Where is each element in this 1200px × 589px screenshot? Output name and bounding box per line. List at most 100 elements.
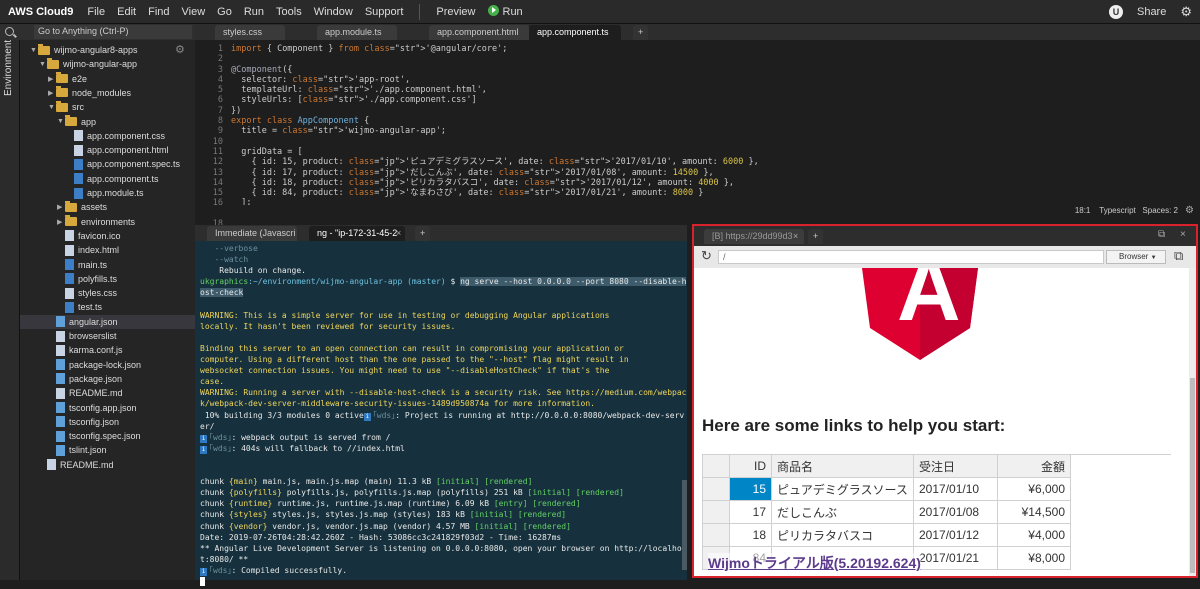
browser-scrollbar[interactable]	[1189, 268, 1196, 576]
tree-file[interactable]: tsconfig.spec.json	[20, 429, 141, 443]
terminal[interactable]: --verbose --watch Rebuild on change. ukgr…	[195, 241, 687, 586]
terminal-scrollbar[interactable]	[682, 480, 687, 570]
chevron-right-icon[interactable]: ▶	[57, 218, 65, 226]
code-line[interactable]: gridData = [	[231, 147, 759, 157]
grid-cell[interactable]: ¥6,000	[997, 477, 1071, 501]
app-brand[interactable]: AWS Cloud9	[0, 6, 81, 18]
code-line[interactable]: selector: class="str">'app-root',	[231, 75, 759, 85]
grid-cell[interactable]: ピュアデミグラスソース	[771, 477, 914, 501]
table-row[interactable]: 17 だしこんぶ 2017/01/08 ¥14,500	[702, 500, 1171, 524]
tree-file[interactable]: favicon.ico	[20, 229, 121, 243]
code-line[interactable]: { id: 17, product: class="jp">'だしこんぶ', d…	[231, 168, 759, 178]
goto-anything-input[interactable]: Go to Anything (Ctrl-P)	[34, 25, 192, 39]
run-button[interactable]: Run	[482, 5, 529, 18]
tree-settings-gear-icon[interactable]: ⚙	[175, 43, 185, 56]
code-line[interactable]: { id: 15, product: class="jp">'ピュアデミグラスソ…	[231, 157, 758, 167]
tree-folder[interactable]: ▼ wijmo-angular8-apps	[20, 43, 138, 57]
chevron-down-icon[interactable]: ▼	[30, 47, 38, 54]
grid-cell[interactable]: 17	[729, 500, 772, 524]
tab-app-module-ts[interactable]: app.module.ts	[317, 25, 397, 40]
new-browser-tab-button[interactable]: +	[808, 229, 824, 244]
tree-file[interactable]: README.md	[20, 386, 123, 400]
menu-support[interactable]: Support	[359, 6, 410, 18]
environment-tab[interactable]: Environment	[3, 40, 14, 96]
close-tab-icon[interactable]: ×	[396, 228, 401, 238]
tab-immediate[interactable]: Immediate (Javascri	[207, 226, 297, 241]
menu-tools[interactable]: Tools	[270, 6, 308, 18]
editor-settings-gear-icon[interactable]: ⚙	[1185, 205, 1194, 216]
menu-find[interactable]: Find	[142, 6, 175, 18]
table-row[interactable]: 15 ピュアデミグラスソース 2017/01/10 ¥6,000	[702, 477, 1171, 501]
tree-file[interactable]: app.component.spec.ts	[20, 157, 180, 171]
menu-window[interactable]: Window	[308, 6, 359, 18]
tree-file[interactable]: test.ts	[20, 300, 102, 314]
col-header-id[interactable]: ID	[729, 454, 772, 478]
grid-cell[interactable]: ピリカラタバスコ	[771, 523, 914, 547]
table-row[interactable]: 18 ピリカラタバスコ 2017/01/12 ¥4,000	[702, 523, 1171, 547]
chevron-right-icon[interactable]: ▶	[48, 89, 56, 97]
grid-cell[interactable]: 2017/01/10	[913, 477, 998, 501]
tree-file[interactable]: app.module.ts	[20, 186, 144, 200]
code-line[interactable]: { id: 84, product: class="jp">'なまわさび', d…	[231, 188, 759, 198]
tree-folder[interactable]: ▼ wijmo-angular-app	[20, 57, 137, 71]
grid-cell[interactable]: だしこんぶ	[771, 500, 914, 524]
refresh-icon[interactable]: ↻	[701, 248, 712, 264]
tree-file[interactable]: polyfills.ts	[20, 272, 117, 286]
tree-file[interactable]: styles.css	[20, 286, 117, 300]
menu-run[interactable]: Run	[238, 6, 270, 18]
browser-dropdown[interactable]: Browser ▼	[1106, 250, 1166, 264]
tree-file[interactable]: index.html	[20, 243, 119, 257]
tree-folder[interactable]: ▶ node_modules	[20, 86, 131, 100]
close-icon[interactable]: ×	[793, 231, 798, 241]
tree-file[interactable]: README.md	[20, 458, 114, 472]
code-editor[interactable]: 123456789101112131415161718 import { Com…	[195, 40, 1200, 229]
tree-file[interactable]: browserslist	[20, 329, 117, 343]
chevron-right-icon[interactable]: ▶	[48, 75, 56, 83]
avatar[interactable]: U	[1108, 5, 1123, 19]
grid-cell[interactable]: ¥8,000	[997, 546, 1071, 570]
col-header-date[interactable]: 受注日	[913, 454, 998, 478]
grid-cell[interactable]: ¥4,000	[997, 523, 1071, 547]
tree-folder[interactable]: ▶ environments	[20, 215, 135, 229]
tree-file[interactable]: tsconfig.app.json	[20, 401, 137, 415]
pop-out-window-icon[interactable]: ⧉	[1174, 248, 1183, 264]
preview-button[interactable]: Preview	[430, 6, 481, 18]
tree-folder[interactable]: ▶ assets	[20, 200, 107, 214]
grid-cell[interactable]: 2017/01/12	[913, 523, 998, 547]
gear-icon[interactable]: ⚙	[1180, 4, 1192, 20]
chevron-right-icon[interactable]: ▶	[57, 203, 65, 211]
menu-edit[interactable]: Edit	[111, 6, 142, 18]
tab-styles-css[interactable]: styles.css	[215, 25, 285, 40]
tree-file[interactable]: app.component.html	[20, 143, 169, 157]
tab-app-component-html[interactable]: app.component.html	[429, 25, 529, 40]
tree-folder[interactable]: ▼ src	[20, 100, 84, 114]
chevron-down-icon[interactable]: ▼	[48, 104, 56, 111]
new-terminal-tab-button[interactable]: +	[415, 226, 431, 241]
chevron-down-icon[interactable]: ▼	[39, 61, 47, 68]
menu-go[interactable]: Go	[211, 6, 238, 18]
code-line[interactable]: })	[231, 106, 759, 116]
col-header-product[interactable]: 商品名	[771, 454, 914, 478]
tree-file[interactable]: tslint.json	[20, 443, 107, 457]
tree-file[interactable]: package.json	[20, 372, 122, 386]
new-tab-button[interactable]: +	[633, 25, 649, 40]
share-button[interactable]: Share	[1131, 6, 1172, 18]
tab-ng-terminal[interactable]: ng - "ip-172-31-45-2	[309, 226, 405, 241]
tree-folder[interactable]: ▶ e2e	[20, 72, 87, 86]
popout-icon[interactable]: ⧉	[1158, 229, 1165, 240]
code-content[interactable]: import { Component } from class="str">'@…	[231, 44, 759, 229]
menu-file[interactable]: File	[81, 6, 111, 18]
code-line[interactable]: import { Component } from class="str">'@…	[231, 44, 759, 54]
tree-folder[interactable]: ▼ app	[20, 115, 96, 129]
language-mode[interactable]: Typescript	[1099, 206, 1135, 215]
tree-file[interactable]: karma.conf.js	[20, 343, 123, 357]
scrollbar-thumb[interactable]	[1190, 378, 1195, 573]
code-line[interactable]: { id: 18, product: class="jp">'ピリカラタバスコ'…	[231, 178, 759, 188]
grid-cell[interactable]: 2017/01/08	[913, 500, 998, 524]
code-line[interactable]	[231, 54, 759, 64]
trial-watermark-link[interactable]: Wijmoトライアル版(5.20192.624)	[708, 553, 921, 573]
tree-file[interactable]: package-lock.json	[20, 358, 141, 372]
indent-setting[interactable]: Spaces: 2	[1142, 206, 1178, 215]
menu-view[interactable]: View	[176, 6, 212, 18]
tree-file[interactable]: tsconfig.json	[20, 415, 119, 429]
